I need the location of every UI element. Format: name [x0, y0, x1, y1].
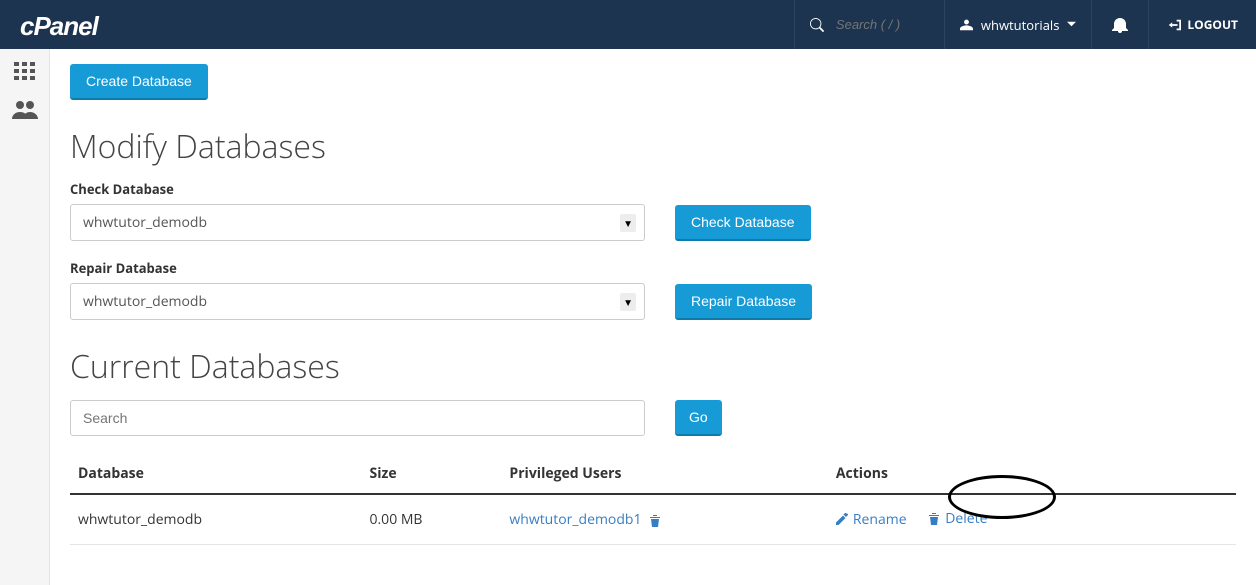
create-database-button[interactable]: Create Database: [70, 64, 208, 100]
caret-down-icon: ▼: [620, 214, 636, 232]
current-databases-heading: Current Databases: [70, 345, 1236, 388]
databases-table: Database Size Privileged Users Actions w…: [70, 454, 1236, 545]
logout-icon: [1167, 18, 1181, 32]
col-database: Database: [70, 454, 362, 494]
sidebar: [0, 49, 50, 585]
pencil-icon: [836, 513, 848, 525]
header-search-input[interactable]: [836, 17, 926, 32]
header-bar: cPanel whwtutorials LOGOUT: [0, 0, 1256, 49]
check-database-selected: whwtutor_demodb: [83, 213, 207, 232]
bell-icon: [1112, 17, 1128, 33]
search-icon: [810, 18, 824, 32]
sidebar-users-button[interactable]: [12, 98, 38, 118]
databases-search-input[interactable]: [70, 400, 645, 436]
svg-text:cPanel: cPanel: [20, 13, 100, 41]
logout-label: LOGOUT: [1187, 16, 1238, 33]
rename-label: Rename: [853, 510, 907, 529]
rename-database-link[interactable]: Rename: [836, 510, 907, 529]
grid-icon: [14, 62, 36, 80]
cpanel-logo: cPanel: [0, 8, 794, 41]
col-size: Size: [362, 454, 502, 494]
repair-database-label: Repair Database: [70, 259, 1236, 277]
cell-actions: Rename Delete: [828, 494, 1236, 545]
remove-user-button[interactable]: [649, 510, 661, 529]
repair-database-button[interactable]: Repair Database: [675, 284, 812, 320]
trash-icon: [928, 512, 940, 525]
check-database-label: Check Database: [70, 180, 1236, 198]
go-button[interactable]: Go: [675, 400, 722, 436]
caret-down-icon: ▼: [620, 293, 636, 311]
logout-button[interactable]: LOGOUT: [1148, 0, 1256, 49]
check-database-button[interactable]: Check Database: [675, 205, 811, 241]
user-menu[interactable]: whwtutorials: [944, 0, 1091, 49]
main-content: Create Database Modify Databases Check D…: [50, 49, 1256, 585]
notifications-button[interactable]: [1091, 0, 1148, 49]
modify-databases-heading: Modify Databases: [70, 125, 1236, 168]
privileged-user-link[interactable]: whwtutor_demodb1: [509, 510, 641, 529]
cell-size: 0.00 MB: [362, 494, 502, 545]
users-icon: [12, 99, 38, 119]
repair-database-selected: whwtutor_demodb: [83, 292, 207, 311]
table-row: whwtutor_demodb 0.00 MB whwtutor_demodb1…: [70, 494, 1236, 545]
delete-label: Delete: [945, 509, 987, 528]
repair-database-select[interactable]: whwtutor_demodb ▼: [70, 283, 645, 320]
col-actions: Actions: [828, 454, 1236, 494]
col-users: Privileged Users: [501, 454, 827, 494]
cell-database: whwtutor_demodb: [70, 494, 362, 545]
delete-database-link[interactable]: Delete: [928, 509, 987, 528]
caret-down-icon: [1067, 20, 1076, 29]
user-icon: [960, 18, 973, 31]
check-database-select[interactable]: whwtutor_demodb ▼: [70, 204, 645, 241]
header-search[interactable]: [794, 0, 944, 49]
username-label: whwtutorials: [981, 16, 1059, 34]
sidebar-grid-button[interactable]: [14, 61, 36, 80]
trash-icon: [649, 514, 661, 527]
cell-users: whwtutor_demodb1: [501, 494, 827, 545]
